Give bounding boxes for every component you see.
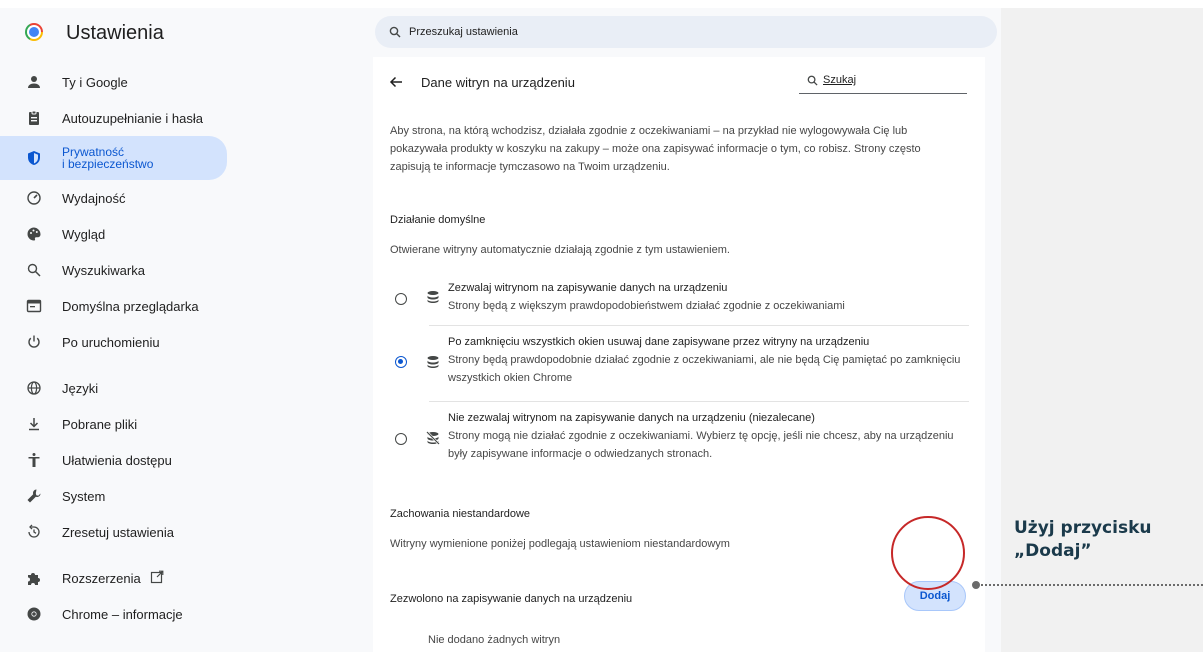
callout-line [981, 584, 1203, 586]
option-text: Zezwalaj witrynom na zapisywanie danych … [448, 279, 963, 315]
option-title: Zezwalaj witrynom na zapisywanie danych … [448, 282, 728, 294]
sidebar-item-extensions[interactable]: Rozszerzenia [0, 560, 227, 596]
accessibility-icon [28, 453, 40, 467]
sidebar-item-on-startup[interactable]: Po uruchomieniu [0, 324, 227, 360]
sidebar-item-label: Autouzupełnianie i hasła [62, 110, 203, 126]
custom-behaviors-subtext: Witryny wymienione poniżej podlegają ust… [390, 538, 730, 550]
sidebar: Ty i Google Autouzupełnianie i hasła Pry… [0, 64, 240, 632]
card-search-input[interactable] [821, 73, 965, 87]
sidebar-item-search-engine[interactable]: Wyszukiwarka [0, 252, 227, 288]
sidebar-item-label: Wygląd [62, 226, 106, 242]
search-icon [389, 26, 401, 38]
database-icon [427, 356, 439, 368]
sidebar-item-label: Po uruchomieniu [62, 334, 160, 350]
sidebar-item-label: Języki [62, 380, 99, 396]
browser-icon [26, 299, 42, 313]
default-behavior-heading: Działanie domyślne [390, 214, 486, 226]
sidebar-item-performance[interactable]: Wydajność [0, 180, 227, 216]
sidebar-item-appearance[interactable]: Wygląd [0, 216, 227, 252]
sidebar-item-accessibility[interactable]: Ułatwienia dostępu [0, 442, 227, 478]
sidebar-divider [0, 550, 240, 560]
header: Ustawienia [0, 8, 1001, 54]
database-off-icon [426, 431, 440, 445]
chrome-icon [27, 607, 41, 621]
database-icon [427, 291, 439, 303]
highlight-circle [891, 516, 965, 590]
settings-window: Ustawienia Ty i Google Autouzupełnianie … [0, 8, 1001, 652]
callout-dot [971, 580, 981, 590]
wrench-icon [27, 489, 41, 503]
sidebar-item-downloads[interactable]: Pobrane pliki [0, 406, 227, 442]
globe-icon [27, 381, 41, 395]
radio-clear-on-exit[interactable] [395, 356, 407, 368]
card-header: Dane witryn na urządzeniu [373, 57, 985, 107]
person-icon [28, 76, 40, 88]
option-text: Nie zezwalaj witrynom na zapisywanie dan… [448, 409, 963, 463]
option-text: Po zamknięciu wszystkich okien usuwaj da… [448, 333, 963, 387]
option-divider [429, 325, 969, 326]
option-description: Strony będą z większym prawdopodobieństw… [448, 300, 845, 312]
option-allow[interactable]: Zezwalaj witrynom na zapisywanie danych … [390, 278, 967, 324]
shield-icon [28, 151, 40, 165]
sidebar-item-label: Ty i Google [62, 74, 128, 90]
sidebar-item-about-chrome[interactable]: Chrome – informacje [0, 596, 227, 632]
option-description: Strony będą prawdopodobnie działać zgodn… [448, 354, 961, 384]
option-divider [429, 401, 969, 402]
description-text: Aby strona, na którą wchodzisz, działała… [390, 125, 921, 173]
sidebar-item-label: Wydajność [62, 190, 126, 206]
sidebar-item-label: Rozszerzenia [62, 570, 141, 586]
empty-list-text: Nie dodano żadnych witryn [428, 634, 561, 646]
allowed-sites-label: Zezwolono na zapisywanie danych na urząd… [390, 593, 633, 605]
card-search[interactable] [799, 71, 967, 94]
option-title: Po zamknięciu wszystkich okien usuwaj da… [448, 336, 870, 348]
sidebar-item-languages[interactable]: Języki [0, 370, 227, 406]
sidebar-item-you-and-google[interactable]: Ty i Google [0, 64, 227, 100]
option-description: Strony mogą nie działać zgodnie z oczeki… [448, 430, 954, 460]
sidebar-item-label: Prywatność i bezpieczeństwo [62, 145, 154, 171]
sidebar-item-reset[interactable]: Zresetuj ustawienia [0, 514, 227, 550]
external-link-icon [150, 570, 164, 584]
clipboard-icon [29, 110, 39, 125]
radio-allow[interactable] [395, 293, 407, 305]
sidebar-divider [0, 360, 240, 370]
search-icon [27, 263, 41, 277]
puzzle-icon [28, 573, 40, 585]
speedometer-icon [27, 191, 41, 205]
search-icon [807, 75, 818, 86]
sidebar-item-default-browser[interactable]: Domyślna przeglądarka [0, 288, 227, 324]
sidebar-item-label: Zresetuj ustawienia [62, 524, 174, 540]
option-block[interactable]: Nie zezwalaj witrynom na zapisywanie dan… [390, 409, 967, 471]
download-icon [29, 418, 39, 431]
power-icon [28, 335, 40, 348]
sidebar-item-system[interactable]: System [0, 478, 227, 514]
sidebar-item-label: Chrome – informacje [62, 606, 183, 622]
sidebar-item-label: Domyślna przeglądarka [62, 298, 199, 314]
sidebar-item-label: Wyszukiwarka [62, 262, 145, 278]
page-title: Dane witryn na urządzeniu [421, 75, 575, 90]
app-title: Ustawienia [66, 22, 164, 44]
sidebar-item-label: Ułatwienia dostępu [62, 452, 172, 468]
sidebar-item-autofill[interactable]: Autouzupełnianie i hasła [0, 100, 227, 136]
custom-behaviors-heading: Zachowania niestandardowe [390, 508, 531, 520]
sidebar-item-label: Pobrane pliki [62, 416, 138, 432]
callout-text: Użyj przycisku „Dodaj” [1014, 518, 1152, 561]
back-arrow-icon[interactable] [389, 75, 403, 89]
chrome-logo-icon [25, 23, 43, 41]
option-clear-on-exit[interactable]: Po zamknięciu wszystkich okien usuwaj da… [390, 333, 967, 395]
palette-icon [27, 227, 41, 241]
option-title: Nie zezwalaj witrynom na zapisywanie dan… [448, 412, 815, 424]
radio-block[interactable] [395, 433, 407, 445]
default-behavior-subtext: Otwierane witryny automatycznie działają… [390, 244, 730, 256]
settings-search[interactable] [375, 16, 997, 48]
reset-icon [28, 524, 40, 538]
sidebar-item-label: System [62, 488, 106, 504]
settings-search-input[interactable] [407, 25, 971, 39]
sidebar-item-privacy[interactable]: Prywatność i bezpieczeństwo [0, 136, 227, 180]
